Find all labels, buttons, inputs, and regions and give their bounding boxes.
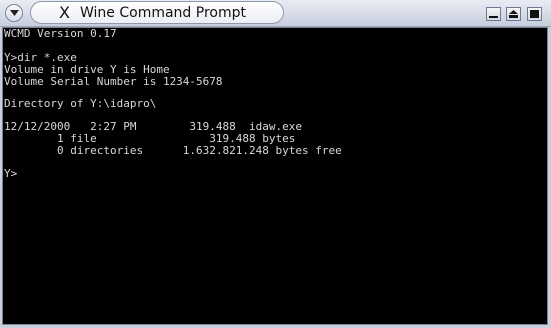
terminal-output[interactable]: WCMD Version 0.17 Y>dir *.exe Volume in … xyxy=(2,27,548,325)
terminal-line: Directory of Y:\idapro\ xyxy=(4,97,157,110)
minimize-icon xyxy=(489,16,498,18)
wine-command-prompt-window: X Wine Command Prompt WCMD Version 0.17 … xyxy=(0,0,551,328)
minimize-button[interactable] xyxy=(486,7,501,21)
chevron-down-icon xyxy=(10,10,19,16)
terminal-line: WCMD Version 0.17 xyxy=(4,27,117,40)
maximize-button[interactable] xyxy=(506,7,521,21)
close-icon xyxy=(530,10,539,18)
window-menu-button[interactable] xyxy=(5,4,23,22)
window-title: Wine Command Prompt xyxy=(80,5,246,21)
x-logo-icon: X xyxy=(59,3,70,22)
title-bar[interactable]: X Wine Command Prompt xyxy=(0,0,551,27)
title-pill: X Wine Command Prompt xyxy=(30,1,284,24)
command-prompt: Y> xyxy=(4,167,18,180)
terminal-line: Volume Serial Number is 1234-5678 xyxy=(4,75,223,88)
terminal-line: 0 directories 1.632.821.248 bytes free xyxy=(4,144,342,157)
maximize-icon xyxy=(509,10,518,18)
close-button[interactable] xyxy=(527,7,542,21)
